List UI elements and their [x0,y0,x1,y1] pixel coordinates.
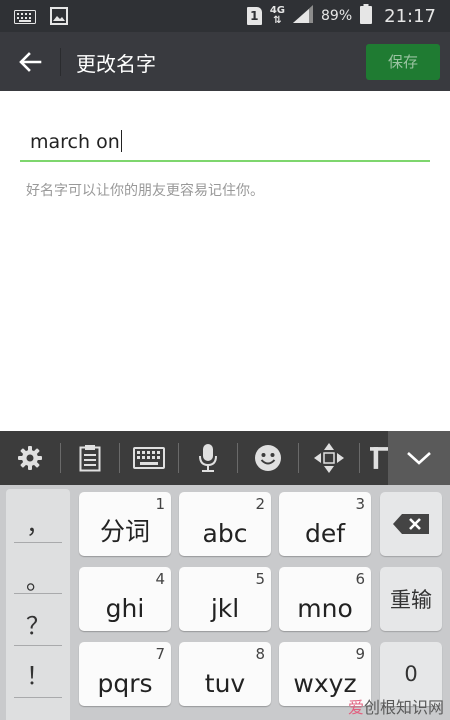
status-bar: 1 4G ⇅ 89% 21:17 [0,0,450,32]
keyboard: ， 。 ？ ！ 1 分词 2 abc 3 def 4 ghi 5 jkl 6 m… [0,485,450,720]
key-number: 7 [155,645,165,663]
delete-key[interactable] [380,492,442,556]
header-divider [60,48,61,76]
key-label: 分词 [99,517,150,546]
key-4-ghi[interactable]: 4 ghi [79,567,171,631]
key-label: abc [202,519,248,548]
back-button[interactable] [14,46,46,78]
symbol-key-comma[interactable]: ， [6,505,70,540]
watermark: 爱创根知识网 [347,698,444,717]
key-number: 6 [355,570,365,588]
symbol-divider [14,645,62,646]
save-button[interactable]: 保存 [366,44,440,80]
key-label: jkl [210,594,240,623]
hint-text: 好名字可以让你的朋友更容易记住你。 [26,183,264,199]
key-5-jkl[interactable]: 5 jkl [179,567,271,631]
keyboard-switch-button[interactable] [120,431,178,485]
key-number: 2 [255,495,265,513]
key-number: 4 [155,570,165,588]
emoji-button[interactable] [238,431,298,485]
gear-icon [18,446,42,470]
key-8-tuv[interactable]: 8 tuv [179,642,271,706]
symbol-key-period[interactable]: 。 [6,561,70,596]
signal-icon [293,5,313,27]
app-header: 更改名字 保存 [0,32,450,91]
text-edit-button[interactable] [370,431,390,485]
key-number: 3 [355,495,365,513]
symbol-divider [14,542,62,543]
collapse-keyboard-button[interactable] [388,431,450,485]
symbol-column: ， 。 ？ ！ [6,489,70,720]
keyboard-icon [133,447,165,469]
voice-input-button[interactable] [179,431,237,485]
symbol-key-exclamation[interactable]: ！ [6,656,70,691]
battery-icon [360,4,373,28]
key-number: 1 [155,495,165,513]
key-number: 5 [255,570,265,588]
key-label: pqrs [97,669,153,698]
network-type: 4G ⇅ [269,5,285,26]
settings-button[interactable] [0,431,60,485]
image-icon [50,7,68,29]
microphone-icon [199,444,217,472]
symbol-divider [14,593,62,594]
clock: 21:17 [384,5,436,27]
key-3-def[interactable]: 3 def [279,492,371,556]
key-2-abc[interactable]: 2 abc [179,492,271,556]
key-7-pqrs[interactable]: 7 pqrs [79,642,171,706]
symbol-divider [14,697,62,698]
text-icon [370,447,390,469]
key-label: tuv [204,669,246,698]
clipboard-icon [79,445,101,472]
key-label: ghi [105,594,145,623]
chevron-down-icon [407,452,431,465]
cursor-move-button[interactable] [299,431,359,485]
backspace-icon [393,514,429,534]
text-caret [120,130,122,152]
toolbar-divider [359,443,360,473]
reenter-key[interactable]: 重输 [380,567,442,631]
cursor-move-icon [314,443,344,473]
emoji-icon [255,445,281,471]
key-6-mno[interactable]: 6 mno [279,567,371,631]
keyboard-icon [14,9,36,28]
arrow-left-icon [19,52,42,72]
clipboard-button[interactable] [61,431,119,485]
sim-icon: 1 [246,7,262,25]
key-number: 8 [255,645,265,663]
keyboard-toolbar [0,431,450,485]
key-label: def [304,519,346,548]
symbol-key-question[interactable]: ？ [6,606,70,641]
page-title: 更改名字 [76,52,156,76]
key-number: 9 [355,645,365,663]
key-1-segment[interactable]: 1 分词 [79,492,171,556]
key-label: mno [297,594,353,623]
name-input-value: march on [30,131,120,153]
name-input[interactable]: march on [20,122,430,162]
battery-percentage: 89% [321,8,353,24]
